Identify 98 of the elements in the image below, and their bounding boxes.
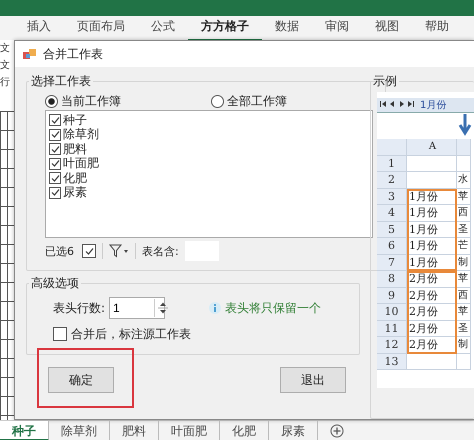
table-cell: 制 <box>457 254 471 271</box>
sheet-tab[interactable]: 肥料 <box>110 421 159 440</box>
column-header <box>457 139 471 156</box>
table-cell: 1月份 <box>407 222 457 238</box>
app-icon <box>23 48 37 60</box>
info-icon <box>209 302 222 314</box>
table-cell: 苹 <box>457 304 471 320</box>
checkbox[interactable] <box>49 143 61 156</box>
sheet-name: 尿素 <box>63 184 87 202</box>
table-cell: 1月份 <box>407 254 457 271</box>
checkbox[interactable] <box>49 114 61 126</box>
radio-button[interactable] <box>45 94 58 108</box>
cell-text: 文 <box>0 58 11 73</box>
table-cell: 圣 <box>457 222 471 238</box>
row-number: 9 <box>377 288 407 304</box>
checkbox[interactable] <box>53 327 67 341</box>
checkbox[interactable] <box>49 172 61 184</box>
group-title: 选择工作表 <box>30 73 92 90</box>
group-title: 高级选项 <box>30 275 80 292</box>
cell-text: 文 <box>0 42 11 56</box>
dialog-button[interactable]: 退出 <box>280 367 346 393</box>
sheet-name: 除草剂 <box>63 126 99 143</box>
sheet-tab[interactable]: 叶面肥 <box>159 421 220 440</box>
table-cell: 圣 <box>457 320 471 337</box>
sheet-list[interactable]: 种子 除草剂 肥料 叶面肥 化肥 尿素 <box>45 110 373 238</box>
table-cell: 1月份 <box>407 188 457 205</box>
mark-source-option[interactable]: 合并后，标注源工作表 <box>53 326 191 342</box>
sheet-name: 种子 <box>63 112 87 128</box>
table-cell: 水 <box>457 172 471 188</box>
header-rows-label: 表头行数: <box>53 300 106 316</box>
dialog-button[interactable]: 确定 <box>48 367 114 393</box>
ribbon-tab[interactable]: 审阅 <box>312 15 362 41</box>
row-number: 11 <box>377 320 407 337</box>
checkbox[interactable] <box>49 128 61 141</box>
corner-cell <box>377 139 407 156</box>
table-cell: 西 <box>457 288 471 304</box>
ribbon-tab[interactable]: 视图 <box>362 15 412 41</box>
down-arrow-icon <box>458 114 472 136</box>
row-number: 12 <box>377 337 407 354</box>
group-title: 示例 <box>372 73 398 90</box>
table-cell: 苹 <box>457 271 471 288</box>
table-cell: 2月份 <box>407 320 457 337</box>
table-cell: 2月份 <box>407 288 457 304</box>
ribbon-tab[interactable]: 插入 <box>14 15 64 41</box>
table-cell <box>407 156 457 172</box>
table-cell: 2月份 <box>407 271 457 288</box>
sheet-name: 叶面肥 <box>63 155 99 172</box>
ribbon-tab[interactable]: 公式 <box>138 15 188 41</box>
row-number: 8 <box>377 271 407 288</box>
row-number: 3 <box>377 188 407 205</box>
row-number: 1 <box>377 156 407 172</box>
sheet-tab-label: 1月份 <box>420 99 446 112</box>
filter-button[interactable] <box>109 244 129 258</box>
row-number: 4 <box>377 205 407 222</box>
selected-count: 已选6 <box>45 244 74 258</box>
ribbon-tab[interactable]: 帮助 <box>412 15 462 41</box>
row-number: 5 <box>377 222 407 238</box>
radio-option[interactable]: 当前工作簿 <box>45 92 211 110</box>
table-cell: 苹 <box>457 188 471 205</box>
name-filter-label: 表名含: <box>142 244 179 258</box>
dialog-title: 合并工作表 <box>43 46 103 62</box>
table-cell <box>407 354 457 370</box>
row-number: 6 <box>377 238 407 254</box>
sheet-name: 化肥 <box>63 170 87 186</box>
column-header: A <box>407 139 457 156</box>
table-cell <box>457 354 471 370</box>
table-cell <box>457 156 471 172</box>
checkbox[interactable] <box>49 158 61 170</box>
header-rows-spinner[interactable]: 1 <box>109 297 166 319</box>
hint-text: 表头将只保留一个 <box>225 300 322 316</box>
table-cell: 2月份 <box>407 304 457 320</box>
sheet-tab[interactable]: 尿素 <box>269 421 318 440</box>
sheet-tab[interactable]: 化肥 <box>220 421 269 440</box>
plus-icon <box>330 424 344 438</box>
ribbon-tab[interactable]: 页面布局 <box>64 15 138 41</box>
table-cell <box>407 172 457 188</box>
checkbox[interactable] <box>49 186 61 199</box>
table-cell: 2月份 <box>407 337 457 354</box>
ribbon-tab[interactable]: 数据 <box>262 15 312 41</box>
radio-option[interactable]: 全部工作簿 <box>211 92 377 110</box>
table-cell: 西 <box>457 205 471 222</box>
select-all-checkbox[interactable] <box>82 244 96 258</box>
radio-button[interactable] <box>211 94 224 108</box>
sheet-tab[interactable]: 种子 <box>0 421 49 440</box>
number-field[interactable]: 1 <box>110 301 154 315</box>
check-icon <box>84 246 94 256</box>
sheet-tab[interactable]: 除草剂 <box>49 421 110 440</box>
row-number: 7 <box>377 254 407 271</box>
cell-text: 行 <box>0 76 11 90</box>
filter-icon <box>109 244 129 258</box>
row-number: 10 <box>377 304 407 320</box>
table-cell: 1月份 <box>407 238 457 254</box>
table-cell: 芒 <box>457 238 471 254</box>
row-number: 2 <box>377 172 407 188</box>
table-cell: 制 <box>457 337 471 354</box>
table-cell: 1月份 <box>407 205 457 222</box>
sheet-name: 肥料 <box>63 140 87 157</box>
row-number: 13 <box>377 354 407 370</box>
